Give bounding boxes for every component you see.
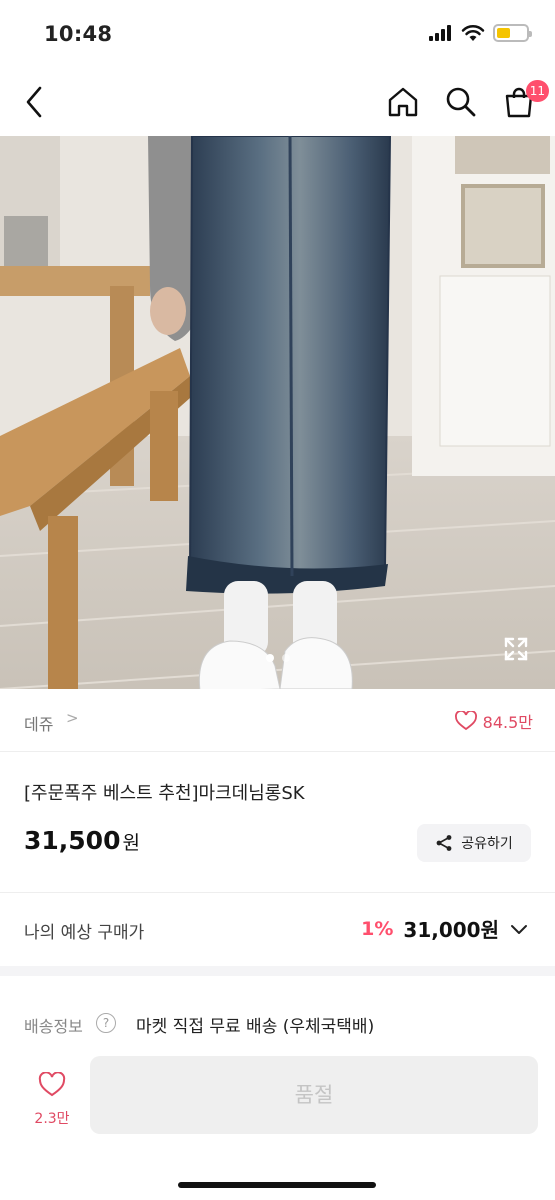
- heart-icon: [454, 711, 477, 731]
- price-unit: 원: [122, 832, 140, 854]
- product-title: [주문폭주 베스트 추천]마크데님롱SK: [24, 783, 305, 804]
- estimated-price-value: 31,000원: [403, 918, 499, 942]
- discount-percent: 1%: [361, 917, 394, 940]
- share-button[interactable]: 공유하기: [417, 824, 531, 862]
- back-icon[interactable]: [20, 82, 50, 122]
- chevron-right-icon: >: [66, 709, 79, 727]
- sold-out-button: 품절: [90, 1056, 538, 1134]
- home-icon[interactable]: [385, 84, 421, 120]
- section-separator: [0, 966, 555, 976]
- wishlist-button[interactable]: 2.3만: [24, 1071, 80, 1128]
- shipping-value: 마켓 직접 무료 배송 (우체국택배): [136, 1017, 375, 1037]
- product-image-carousel[interactable]: [0, 136, 555, 689]
- carousel-dot: [281, 654, 290, 662]
- like-count[interactable]: 84.5만: [454, 709, 533, 733]
- cart-button[interactable]: 11: [501, 80, 549, 120]
- home-indicator: [178, 1182, 376, 1188]
- chevron-down-icon: [511, 924, 527, 934]
- wifi-icon: [461, 25, 485, 41]
- shop-row[interactable]: 데쥬 > 84.5만: [0, 689, 555, 752]
- share-icon: [436, 835, 452, 851]
- shipping-label: 배송정보: [24, 1017, 83, 1036]
- nav-bar: 11: [0, 68, 555, 136]
- nav-actions: 11: [385, 80, 549, 120]
- estimated-price-label: 나의 예상 구매가: [24, 923, 145, 943]
- product-photo: [0, 136, 555, 689]
- divider: [0, 892, 555, 893]
- status-icons: [429, 24, 532, 42]
- search-icon[interactable]: [443, 84, 479, 120]
- share-label: 공유하기: [461, 836, 513, 852]
- shop-name[interactable]: 데쥬: [24, 711, 53, 735]
- estimated-price-toggle[interactable]: 1% 31,000원: [361, 914, 529, 943]
- carousel-indicator: [0, 654, 555, 662]
- status-bar: 10:48: [0, 0, 555, 68]
- signal-icon: [429, 25, 451, 41]
- battery-icon: [493, 24, 532, 42]
- price-value: 31,500: [24, 826, 121, 855]
- carousel-dot: [265, 654, 274, 662]
- product-price: 31,500 원: [24, 826, 140, 855]
- help-icon[interactable]: ?: [96, 1013, 116, 1033]
- wishlist-count: 2.3만: [34, 1111, 70, 1127]
- cart-badge: 11: [525, 80, 549, 102]
- like-count-label: 84.5만: [482, 713, 533, 732]
- heart-icon: [38, 1071, 66, 1097]
- status-time: 10:48: [44, 22, 113, 46]
- expand-icon[interactable]: [503, 636, 529, 662]
